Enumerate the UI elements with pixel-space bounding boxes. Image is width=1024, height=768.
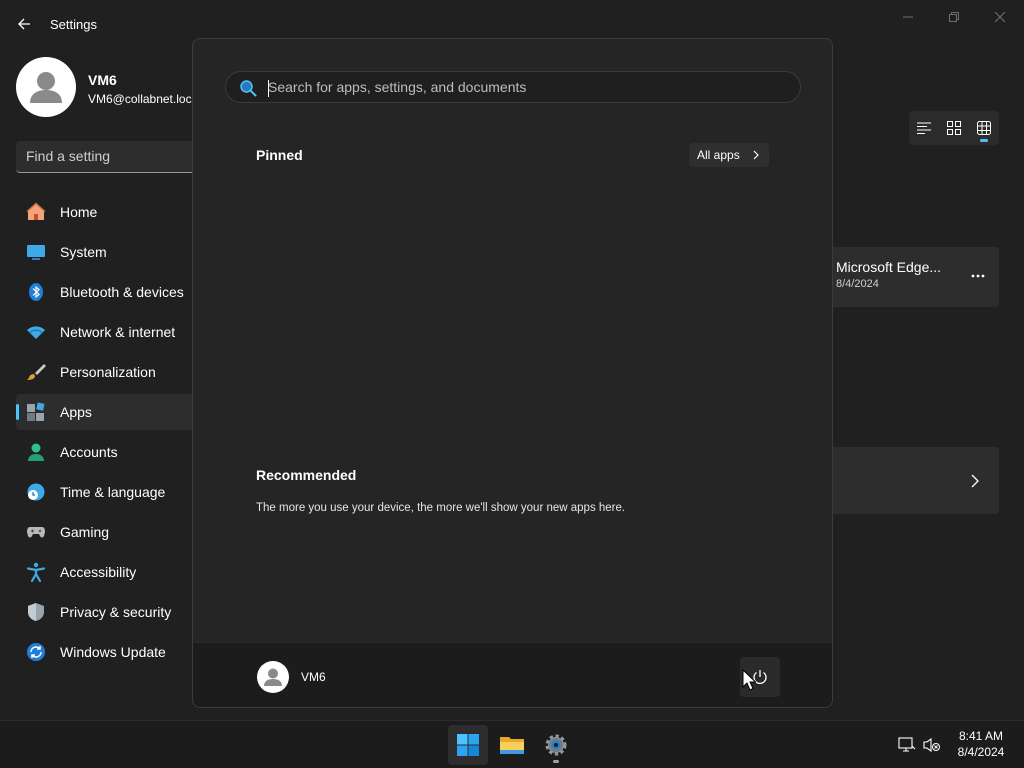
nav-label: Windows Update bbox=[60, 644, 166, 660]
nav-item-windows-update[interactable]: Windows Update bbox=[16, 634, 192, 670]
update-icon bbox=[26, 642, 46, 662]
search-icon bbox=[240, 80, 257, 97]
nav-label: Gaming bbox=[60, 524, 110, 540]
nav-item-home[interactable]: Home bbox=[16, 194, 192, 230]
more-options-button[interactable] bbox=[963, 261, 993, 291]
more-icon bbox=[971, 274, 985, 278]
minimize-icon bbox=[903, 16, 913, 18]
close-icon bbox=[995, 12, 1005, 22]
settings-nav: Home System Bluetooth & devices Network … bbox=[16, 194, 192, 674]
nav-label: Apps bbox=[60, 404, 92, 420]
nav-label: Personalization bbox=[60, 364, 156, 380]
nav-label: Privacy & security bbox=[60, 604, 172, 620]
home-icon bbox=[26, 202, 46, 222]
nav-item-bluetooth[interactable]: Bluetooth & devices bbox=[16, 274, 192, 310]
find-setting-input[interactable] bbox=[26, 148, 186, 164]
profile-avatar[interactable] bbox=[16, 57, 76, 117]
app-name: Microsoft Edge... bbox=[836, 259, 942, 275]
grid-view-button[interactable] bbox=[939, 111, 969, 145]
chevron-right-icon bbox=[751, 148, 761, 162]
nav-item-time-language[interactable]: Time & language bbox=[16, 474, 192, 510]
nav-label: Home bbox=[60, 204, 98, 220]
system-icon bbox=[26, 242, 46, 262]
folder-icon bbox=[500, 737, 524, 754]
taskbar: 8:41 AM 8/4/2024 bbox=[0, 720, 1024, 768]
nav-label: System bbox=[60, 244, 107, 260]
start-menu: Pinned All apps Recommended The more you… bbox=[192, 38, 833, 708]
volume-muted-icon[interactable] bbox=[922, 735, 942, 755]
brush-icon bbox=[26, 362, 46, 382]
grid-view-icon bbox=[947, 121, 961, 135]
windows-logo-icon bbox=[457, 734, 479, 756]
maximize-button[interactable] bbox=[932, 6, 976, 28]
time-language-icon bbox=[26, 482, 46, 502]
user-silhouette-icon bbox=[264, 668, 282, 686]
close-button[interactable] bbox=[978, 6, 1022, 28]
pinned-heading: Pinned bbox=[256, 147, 303, 163]
all-apps-label: All apps bbox=[697, 148, 740, 162]
settings-link-card[interactable] bbox=[833, 447, 999, 514]
user-silhouette-icon bbox=[30, 72, 62, 103]
mouse-cursor-icon bbox=[742, 669, 756, 691]
nav-label: Accounts bbox=[60, 444, 118, 460]
nav-label: Network & internet bbox=[60, 324, 176, 340]
nav-item-gaming[interactable]: Gaming bbox=[16, 514, 192, 550]
user-avatar[interactable] bbox=[257, 661, 289, 693]
clock-time: 8:41 AM bbox=[958, 729, 1004, 743]
nav-item-network[interactable]: Network & internet bbox=[16, 314, 192, 350]
profile-email: VM6@collabnet.loc bbox=[88, 92, 192, 106]
nav-item-apps[interactable]: Apps bbox=[16, 394, 192, 430]
shield-icon bbox=[26, 602, 46, 622]
chevron-right-icon bbox=[967, 471, 983, 491]
settings-taskbar-button[interactable] bbox=[536, 725, 576, 765]
all-apps-button[interactable]: All apps bbox=[689, 143, 769, 167]
accessibility-icon bbox=[26, 562, 46, 582]
gear-icon bbox=[545, 734, 567, 756]
nav-label: Time & language bbox=[60, 484, 166, 500]
nav-label: Bluetooth & devices bbox=[60, 284, 184, 300]
start-button[interactable] bbox=[448, 725, 488, 765]
recommended-message: The more you use your device, the more w… bbox=[256, 502, 626, 514]
minimize-button[interactable] bbox=[886, 6, 930, 28]
nav-label: Accessibility bbox=[60, 564, 137, 580]
nav-item-system[interactable]: System bbox=[16, 234, 192, 270]
text-caret bbox=[268, 80, 269, 97]
back-arrow-icon bbox=[18, 18, 30, 30]
tile-view-icon bbox=[977, 121, 991, 135]
network-icon bbox=[26, 322, 46, 342]
tile-view-button[interactable] bbox=[969, 111, 999, 145]
view-toggle bbox=[909, 111, 999, 145]
gamepad-icon bbox=[26, 522, 46, 542]
profile-name: VM6 bbox=[88, 72, 117, 88]
app-card[interactable]: Microsoft Edge... 8/4/2024 bbox=[833, 247, 999, 307]
window-title: Settings bbox=[50, 17, 97, 32]
network-status-icon[interactable] bbox=[897, 735, 917, 755]
back-button[interactable] bbox=[12, 12, 36, 36]
nav-item-accounts[interactable]: Accounts bbox=[16, 434, 192, 470]
start-footer: VM6 bbox=[193, 642, 832, 707]
accounts-icon bbox=[26, 442, 46, 462]
system-clock[interactable]: 8:41 AM 8/4/2024 bbox=[946, 728, 1016, 760]
start-search-box[interactable] bbox=[225, 71, 801, 103]
start-search-input[interactable] bbox=[268, 79, 788, 95]
find-setting-box[interactable] bbox=[16, 141, 192, 173]
nav-item-accessibility[interactable]: Accessibility bbox=[16, 554, 192, 590]
nav-item-personalization[interactable]: Personalization bbox=[16, 354, 192, 390]
file-explorer-button[interactable] bbox=[492, 725, 532, 765]
list-view-button[interactable] bbox=[909, 111, 939, 145]
restore-icon bbox=[949, 12, 959, 22]
app-date: 8/4/2024 bbox=[836, 278, 879, 290]
bluetooth-icon bbox=[26, 282, 46, 302]
user-name: VM6 bbox=[301, 670, 326, 684]
clock-date: 8/4/2024 bbox=[957, 745, 1005, 759]
nav-item-privacy-security[interactable]: Privacy & security bbox=[16, 594, 192, 630]
recommended-heading: Recommended bbox=[256, 467, 357, 483]
list-view-icon bbox=[917, 122, 931, 134]
apps-icon bbox=[26, 402, 46, 422]
